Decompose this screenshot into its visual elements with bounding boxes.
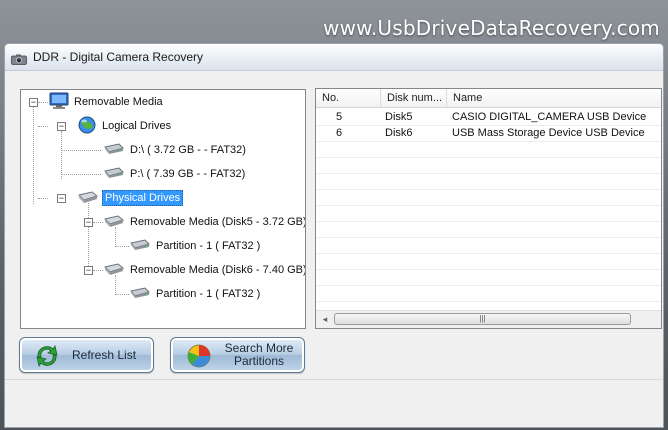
disk-icon — [103, 214, 125, 231]
disk-list[interactable]: No. Disk num... Name 5 Disk5 CASIO DIGIT… — [315, 88, 662, 329]
tree-label-disk5: Removable Media (Disk5 - 3.72 GB) — [130, 216, 306, 228]
cell-no: 6 — [336, 127, 343, 139]
refresh-list-button[interactable]: Refresh List — [19, 337, 154, 373]
tree-item-disk6[interactable]: Removable Media (Disk6 - 7.40 GB) — [103, 260, 306, 280]
tree-item-disk5-partition[interactable]: Partition - 1 ( FAT32 ) — [129, 236, 262, 256]
camera-icon — [11, 52, 27, 70]
search-more-partitions-button[interactable]: Search More Partitions — [170, 337, 305, 373]
tree-item-physical-drives[interactable]: Physical Drives — [77, 188, 184, 208]
usb-drive-icon — [129, 238, 151, 254]
pie-chart-icon — [183, 343, 215, 374]
app-window: DDR - Digital Camera Recovery − − − − − … — [4, 43, 664, 428]
tree-label-disk6: Removable Media (Disk6 - 7.40 GB) — [130, 264, 306, 276]
status-bar — [5, 379, 663, 427]
title-bar: DDR - Digital Camera Recovery — [5, 44, 663, 71]
tree-label-disk6-partition: Partition - 1 ( FAT32 ) — [156, 288, 261, 300]
column-header-no[interactable]: No. — [316, 89, 381, 107]
usb-drive-icon — [103, 166, 125, 182]
cell-name: CASIO DIGITAL_CAMERA USB Device — [452, 111, 647, 123]
expander-logical[interactable]: − — [57, 122, 66, 131]
horizontal-scrollbar[interactable]: ◂ ||| — [316, 310, 661, 328]
scroll-left-icon[interactable]: ◂ — [317, 312, 333, 327]
search-more-partitions-label: Search More Partitions — [217, 342, 301, 368]
expander-disk6[interactable]: − — [84, 266, 93, 275]
tree-item-disk5[interactable]: Removable Media (Disk5 - 3.72 GB) — [103, 212, 306, 232]
tree-label-physical-drives: Physical Drives — [102, 190, 184, 206]
tree-label-logical-drives: Logical Drives — [102, 120, 172, 132]
globe-icon — [77, 116, 97, 137]
tree-item-removable-media[interactable]: Removable Media — [49, 92, 165, 112]
cell-disk: Disk5 — [385, 111, 413, 123]
expander-physical[interactable]: − — [57, 194, 66, 203]
usb-drive-icon — [129, 286, 151, 302]
tree-label-disk5-partition: Partition - 1 ( FAT32 ) — [156, 240, 261, 252]
disk-icon — [77, 190, 99, 207]
monitor-icon — [49, 92, 69, 113]
expander-disk5[interactable]: − — [84, 218, 93, 227]
disk-icon — [103, 262, 125, 279]
refresh-list-label: Refresh List — [72, 348, 137, 362]
tree-item-disk6-partition[interactable]: Partition - 1 ( FAT32 ) — [129, 284, 262, 304]
tree-item-logical-drives[interactable]: Logical Drives — [77, 116, 173, 136]
cell-no: 5 — [336, 111, 343, 123]
site-banner: www.UsbDriveDataRecovery.com — [323, 16, 660, 40]
list-header: No. Disk num... Name — [316, 89, 661, 108]
usb-drive-icon — [103, 142, 125, 158]
column-header-name[interactable]: Name — [447, 89, 661, 107]
cell-name: USB Mass Storage Device USB Device — [452, 127, 645, 139]
refresh-arrows-icon — [32, 343, 62, 374]
drive-tree[interactable]: − − − − − Removable Media Logical Drives… — [20, 89, 306, 329]
tree-label-removable-media: Removable Media — [74, 96, 163, 108]
tree-item-drive-p[interactable]: P:\ ( 7.39 GB - - FAT32) — [103, 164, 247, 184]
table-row[interactable]: 5 Disk5 CASIO DIGITAL_CAMERA USB Device — [316, 109, 661, 125]
window-title: DDR - Digital Camera Recovery — [33, 50, 204, 64]
tree-label-drive-d: D:\ ( 3.72 GB - - FAT32) — [130, 144, 246, 156]
search-label-line1: Search More — [224, 341, 294, 355]
search-label-line2: Partitions — [233, 354, 285, 368]
table-row[interactable]: 6 Disk6 USB Mass Storage Device USB Devi… — [316, 125, 661, 141]
column-header-disk-number[interactable]: Disk num... — [381, 89, 447, 107]
tree-item-drive-d[interactable]: D:\ ( 3.72 GB - - FAT32) — [103, 140, 248, 160]
tree-label-drive-p: P:\ ( 7.39 GB - - FAT32) — [130, 168, 246, 180]
expander-root[interactable]: − — [29, 98, 38, 107]
cell-disk: Disk6 — [385, 127, 413, 139]
scroll-thumb[interactable]: ||| — [334, 313, 631, 325]
